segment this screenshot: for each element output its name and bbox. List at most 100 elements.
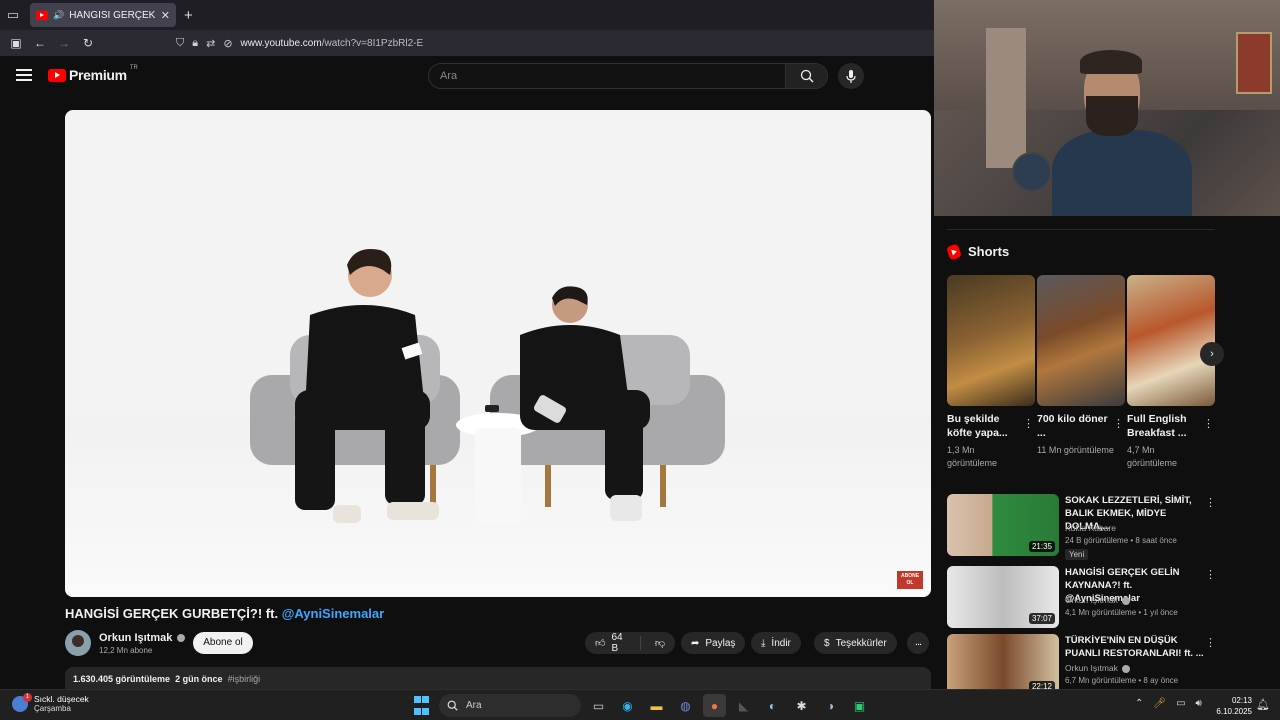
dislike-button[interactable]: 👎︎ <box>647 637 675 649</box>
clock[interactable]: 02:13 6.10.2025 <box>1216 695 1252 717</box>
recommended-video[interactable]: 22:12 TÜRKİYE'NİN EN DÜŞÜK PUANLI RESTOR… <box>947 634 1217 689</box>
short-thumbnail[interactable] <box>1037 275 1125 406</box>
short-thumbnail[interactable] <box>947 275 1035 406</box>
close-tab-icon[interactable]: ✕ <box>161 9 170 22</box>
subscribe-watermark[interactable]: ABONE OL <box>897 571 923 589</box>
short-title[interactable]: 700 kilo döner ... <box>1037 412 1109 440</box>
channel-name[interactable]: Orkun Işıtmak <box>99 632 186 644</box>
video-channel[interactable]: Orkun Işıtmak <box>1065 595 1131 605</box>
video-meta: 24 B görüntüleme • 8 saat önce <box>1065 536 1177 545</box>
steam-alt-icon[interactable]: ◑ <box>819 694 842 717</box>
search-input[interactable]: Ara <box>429 64 785 88</box>
hashtag[interactable]: #işbirliği <box>228 674 261 684</box>
short-menu-icon[interactable]: ⋮ <box>1113 417 1124 430</box>
permissions-icon[interactable]: ⇄ <box>206 37 215 50</box>
weather-day: Çarşamba <box>34 704 71 713</box>
edge-icon[interactable]: ◉ <box>616 694 639 717</box>
description-box[interactable]: 1.630.405 görüntüleme 2 gün önce #işbirl… <box>65 667 931 689</box>
channel-avatar[interactable] <box>65 630 91 656</box>
speaker-icon[interactable]: 🔊 <box>53 10 64 21</box>
verified-icon <box>1122 664 1131 673</box>
menu-icon[interactable] <box>16 69 32 84</box>
notification-bell-icon[interactable]: 🔔︎ <box>1256 698 1270 711</box>
chevron-up-icon[interactable]: ⌃ <box>1135 698 1143 709</box>
youtube-logo[interactable]: Premium TR <box>48 65 138 83</box>
url-text[interactable]: www.youtube.com/watch?v=8I1PzbRl2-E <box>241 38 424 49</box>
video-channel-name: Orkun Işıtmak <box>1065 663 1118 673</box>
video-thumbnail[interactable]: 21:35 <box>947 494 1059 556</box>
windows-taskbar: Sıckl. düşecek Çarşamba Ara ▭ ◉ ▬ ◍ ● ◣ … <box>0 689 1280 720</box>
video-menu-icon[interactable]: ⋮ <box>1205 568 1216 581</box>
new-tab-button[interactable]: + <box>184 7 193 24</box>
taskbar-apps: Ara ▭ ◉ ▬ ◍ ● ◣ ◐ ✱ ◑ ▣ <box>410 694 871 717</box>
thanks-label: Teşekkürler <box>835 637 887 649</box>
steam-icon[interactable]: ◐ <box>761 694 784 717</box>
camera-off-icon[interactable]: ⊘ <box>223 37 232 50</box>
forward-button[interactable]: → <box>52 30 76 56</box>
clock-date: 6.10.2025 <box>1216 707 1252 716</box>
shorts-next-button[interactable]: › <box>1200 342 1224 366</box>
url-bar[interactable]: ⛉ 🔒︎ ⇄ ⊘ www.youtube.com/watch?v=8I1PzbR… <box>176 32 926 54</box>
browser-tab[interactable]: 🔊 HANGİSİ GERÇEK GURBETÇ ✕ <box>30 3 176 27</box>
short-item[interactable]: Bu şekilde köfte yapa... ⋮ 1,3 Mn görünt… <box>947 275 1035 468</box>
chat-app-icon[interactable]: ▣ <box>848 694 871 717</box>
video-channel[interactable]: Orkun Işıtmak <box>1065 663 1131 673</box>
system-tray: ⌃ 🎤︎ ▭ 🔊︎ <box>1135 698 1202 709</box>
voice-search-button[interactable] <box>838 63 864 89</box>
recommended-video[interactable]: 21:35 SOKAK LEZZETLERİ, SİMİT, BALIK EKM… <box>947 494 1217 560</box>
short-item[interactable]: 700 kilo döner ... ⋮ 11 Mn görüntüleme <box>1037 275 1125 455</box>
video-meta: 6,7 Mn görüntüleme • 8 ay önce <box>1065 676 1179 685</box>
subscriber-count: 12,2 Mn abone <box>99 646 153 655</box>
more-actions-button[interactable]: ... <box>907 632 929 654</box>
microphone-tray-icon[interactable]: 🎤︎ <box>1153 698 1166 709</box>
video-duration: 37:07 <box>1028 613 1055 624</box>
app-icon[interactable]: ◣ <box>732 694 755 717</box>
like-button[interactable]: 👍︎ 64 B <box>585 632 641 654</box>
shield-icon[interactable]: ⛉ <box>176 37 184 50</box>
download-button[interactable]: ⤓ İndir <box>751 632 801 654</box>
webcam-overlay <box>934 0 1280 216</box>
reload-button[interactable]: ↻ <box>76 30 100 56</box>
video-channel[interactable]: Kukla Kabare <box>1065 523 1116 533</box>
weather-widget[interactable]: Sıckl. düşecek Çarşamba <box>12 692 89 713</box>
share-icon: ➦ <box>691 637 700 649</box>
weather-text: Sıckl. düşecek <box>34 694 89 704</box>
settings-app-icon[interactable]: ✱ <box>790 694 813 717</box>
tab-overview-icon[interactable]: ▭ <box>0 0 26 30</box>
windows-start-icon[interactable] <box>410 694 433 717</box>
short-thumbnail[interactable] <box>1127 275 1215 406</box>
discord-icon[interactable]: ◍ <box>674 694 697 717</box>
network-icon[interactable]: ▭ <box>1176 698 1185 709</box>
url-path: /watch?v=8I1PzbRl2-E <box>321 37 424 49</box>
file-explorer-icon[interactable]: ▬ <box>645 694 668 717</box>
short-title[interactable]: Bu şekilde köfte yapa... <box>947 412 1019 440</box>
logo-text: Premium <box>69 67 127 83</box>
video-menu-icon[interactable]: ⋮ <box>1205 496 1216 509</box>
short-item[interactable]: Full English Breakfast ... ⋮ 4,7 Mn görü… <box>1127 275 1215 468</box>
volume-icon[interactable]: 🔊︎ <box>1196 698 1202 709</box>
firefox-icon[interactable]: ● <box>703 694 726 717</box>
mention-link[interactable]: @AyniSinemalar <box>282 606 385 621</box>
microphone-icon <box>846 69 856 83</box>
lock-icon[interactable]: 🔒︎ <box>192 37 198 50</box>
search-button[interactable] <box>785 64 827 88</box>
task-view-icon[interactable]: ▭ <box>587 694 610 717</box>
back-button[interactable]: ← <box>28 30 52 56</box>
subscribe-button[interactable]: Abone ol <box>193 632 253 654</box>
short-menu-icon[interactable]: ⋮ <box>1023 417 1034 430</box>
video-player[interactable]: ABONE OL <box>65 110 931 597</box>
taskbar-search[interactable]: Ara <box>439 694 581 717</box>
video-title[interactable]: TÜRKİYE'NİN EN DÜŞÜK PUANLI RESTORANLARI… <box>1065 634 1205 660</box>
short-menu-icon[interactable]: ⋮ <box>1203 417 1214 430</box>
thanks-button[interactable]: $ Teşekkürler <box>814 632 897 654</box>
short-title[interactable]: Full English Breakfast ... <box>1127 412 1199 440</box>
youtube-header: Premium TR Ara <box>0 56 934 96</box>
share-button[interactable]: ➦ Paylaş <box>681 632 746 654</box>
sidebar-icon[interactable]: ▣ <box>4 30 28 56</box>
recommended-video[interactable]: 37:07 HANGİSİ GERÇEK GELİN KAYNANA?! ft.… <box>947 566 1217 628</box>
short-views: 1,3 Mn görüntüleme <box>947 445 998 468</box>
video-thumbnail[interactable]: 22:12 <box>947 634 1059 689</box>
video-thumbnail[interactable]: 37:07 <box>947 566 1059 628</box>
short-views: 11 Mn görüntüleme <box>1037 445 1114 455</box>
video-menu-icon[interactable]: ⋮ <box>1205 636 1216 649</box>
